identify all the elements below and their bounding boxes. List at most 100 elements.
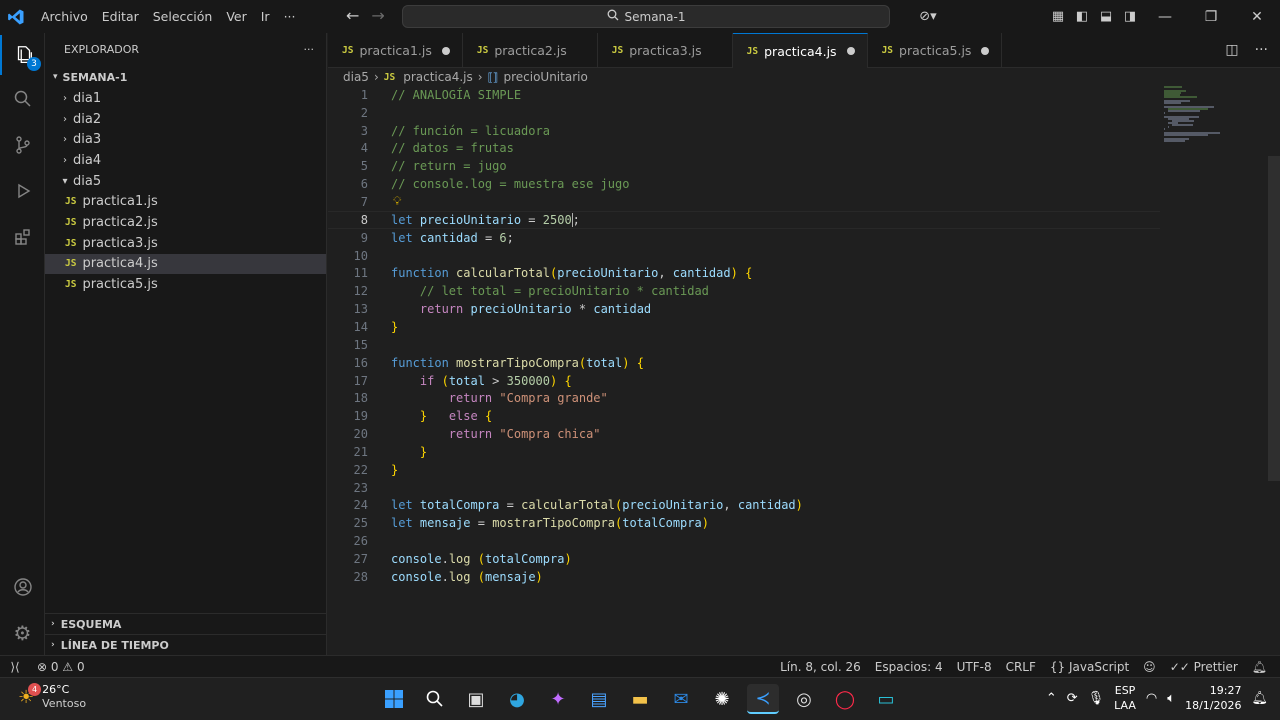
unsaved-dot-icon[interactable] (441, 46, 450, 55)
opera-icon[interactable]: ◯ (829, 684, 861, 714)
code-line[interactable]: 14} (328, 318, 1168, 336)
edge-browser-icon[interactable]: ◕ (501, 684, 533, 714)
menu-editar[interactable]: Editar (95, 9, 146, 24)
code-line[interactable]: 4 // datos = frutas (328, 140, 1168, 158)
file-item[interactable]: JS practica4.js (45, 253, 326, 275)
indentation[interactable]: Espacios: 4 (868, 660, 950, 674)
clock[interactable]: 19:27 18/1/2026 (1185, 683, 1241, 713)
code-line[interactable]: 10 (328, 247, 1168, 265)
code-line[interactable]: 19 } else { (328, 407, 1168, 425)
taskbar-search-icon[interactable] (419, 684, 451, 714)
weather-widget[interactable]: ☀ 4 26°C Ventoso (18, 682, 86, 711)
copilot-icon[interactable]: ⊘▾ (910, 9, 946, 24)
cursor-position[interactable]: Lín. 8, col. 26 (773, 660, 868, 674)
code-line[interactable]: 22} (328, 461, 1168, 479)
source-control-icon[interactable] (0, 125, 45, 165)
chrome-icon[interactable]: ◎ (788, 684, 820, 714)
vscode-taskbar-icon[interactable]: ≺ (747, 684, 779, 714)
toggle-sidebar-icon[interactable]: ◧ (1070, 9, 1094, 24)
file-item[interactable]: JS practica5.js (45, 274, 326, 295)
breadcrumb-symbol[interactable]: precioUnitario (503, 70, 587, 84)
terminal-app-icon[interactable]: ▭ (870, 684, 902, 714)
file-item[interactable]: JS practica1.js (45, 191, 326, 212)
code-line[interactable]: 12 // let total = precioUnitario * canti… (328, 282, 1168, 300)
store-icon[interactable]: ▤ (583, 684, 615, 714)
outlook-icon[interactable]: ✉ (665, 684, 697, 714)
menu-archivo[interactable]: Archivo (34, 9, 95, 24)
microphone-icon[interactable]: 🎙︎ (1088, 691, 1105, 706)
forward-arrow-icon[interactable]: → (371, 6, 384, 25)
breadcrumb-file[interactable]: practica4.js (403, 70, 473, 84)
chevron-up-icon[interactable]: ⌃ (1046, 691, 1057, 706)
code-line[interactable]: 3 // función = licuadora (328, 122, 1168, 140)
code-line[interactable]: 25 let mensaje = mostrarTipoCompra(totalC… (328, 514, 1168, 532)
code-line[interactable]: 18 return "Compra grande" (328, 389, 1168, 407)
account-icon[interactable] (0, 567, 45, 607)
code-line[interactable]: 23 (328, 479, 1168, 497)
code-line[interactable]: 7 (328, 193, 1168, 211)
menu-ver[interactable]: Ver (219, 9, 253, 24)
menu-seleccion[interactable]: Selección (146, 9, 220, 24)
minimize-icon[interactable]: — (1142, 9, 1188, 25)
search-view-icon[interactable] (0, 79, 45, 119)
code-line[interactable]: 17 if (total > 350000) { (328, 372, 1168, 390)
menu-more[interactable]: ··· (277, 9, 303, 24)
editor-scrollbar[interactable] (1268, 156, 1280, 481)
close-icon[interactable]: ✕ (1234, 9, 1280, 25)
code-line[interactable]: 28 console.log (mensaje) (328, 568, 1168, 586)
command-center-search[interactable]: Semana-1 (402, 5, 890, 28)
code-line[interactable]: 16 function mostrarTipoCompra(total) { (328, 354, 1168, 372)
code-line[interactable]: 8 let precioUnitario = 2500; (328, 210, 1160, 229)
end-of-line[interactable]: CRLF (999, 660, 1043, 674)
volume-icon[interactable]: 🔈︎ (1167, 691, 1175, 706)
chatgpt-icon[interactable]: ✺ (706, 684, 738, 714)
notifications-icon[interactable]: 🔔︎ (1251, 691, 1268, 706)
copilot-app-icon[interactable]: ✦ (542, 684, 574, 714)
code-line[interactable]: 15 (328, 336, 1168, 354)
problems-indicator[interactable]: ⊗ 0 ⚠ 0 (30, 660, 92, 674)
input-language[interactable]: ESP LAA (1114, 683, 1136, 713)
tab-practica4[interactable]: JS practica4.js (732, 33, 868, 68)
tab-practica2[interactable]: JS practica2.js (463, 33, 598, 68)
code-line[interactable]: 13 return precioUnitario * cantidad (328, 300, 1168, 318)
encoding[interactable]: UTF-8 (950, 660, 999, 674)
unsaved-dot-icon[interactable] (981, 46, 990, 55)
breadcrumb-folder[interactable]: dia5 (343, 70, 369, 84)
extensions-icon[interactable] (0, 217, 45, 257)
more-actions-icon[interactable]: ··· (1255, 42, 1268, 58)
code-editor[interactable]: 1// ANALOGÍA SIMPLE 2 3// función = licuad… (328, 86, 1280, 655)
file-explorer-icon[interactable]: ▬ (624, 684, 656, 714)
tab-practica1[interactable]: JS practica1.js (328, 33, 463, 68)
code-line[interactable]: 27 console.log (totalCompra) (328, 550, 1168, 568)
back-arrow-icon[interactable]: ← (346, 6, 359, 25)
file-item[interactable]: JS practica2.js (45, 212, 326, 233)
code-line[interactable]: 11 function calcularTotal(precioUnitario,… (328, 265, 1168, 283)
prettier-status[interactable]: ✓✓ Prettier (1163, 660, 1245, 674)
outline-section[interactable]: › ESQUEMA (45, 613, 327, 634)
language-mode[interactable]: {} JavaScript (1043, 660, 1136, 674)
code-line[interactable]: 24 let totalCompra = calcularTotal(precio… (328, 497, 1168, 515)
folder-item[interactable]: › dia4 (45, 150, 326, 171)
task-view-icon[interactable]: ▣ (460, 684, 492, 714)
workspace-folder[interactable]: ▾ SEMANA-1 (45, 66, 326, 88)
sync-icon[interactable]: ⟳ (1067, 691, 1078, 706)
code-line[interactable]: 26 (328, 532, 1168, 550)
tab-practica5[interactable]: JS practica5.js (868, 33, 1003, 68)
notifications-bell-icon[interactable]: 🔔︎ (1245, 660, 1274, 674)
code-line[interactable]: 1 // ANALOGÍA SIMPLE (328, 86, 1168, 104)
settings-gear-icon[interactable]: ⚙ (0, 613, 45, 653)
tab-practica3[interactable]: JS practica3.js (598, 33, 733, 68)
unsaved-dot-icon[interactable] (846, 47, 855, 55)
restore-icon[interactable]: ❐ (1188, 9, 1234, 25)
folder-item[interactable]: ▾ dia5 (45, 171, 326, 192)
code-line[interactable]: 9 let cantidad = 6; (328, 229, 1168, 247)
remote-icon[interactable]: ⟩⟨ (0, 660, 30, 674)
file-item[interactable]: JS practica3.js (45, 233, 326, 254)
lightbulb-icon[interactable]: 💡︎ (393, 194, 401, 209)
folder-item[interactable]: › dia3 (45, 129, 326, 150)
code-line[interactable]: 5 // return = jugo (328, 157, 1168, 175)
code-line[interactable]: 6 // console.log = muestra ese jugo (328, 175, 1168, 193)
minimap[interactable] (1164, 86, 1264, 146)
code-line[interactable]: 20 return "Compra chica" (328, 425, 1168, 443)
layout-customize-icon[interactable]: ▦ (1046, 9, 1070, 24)
